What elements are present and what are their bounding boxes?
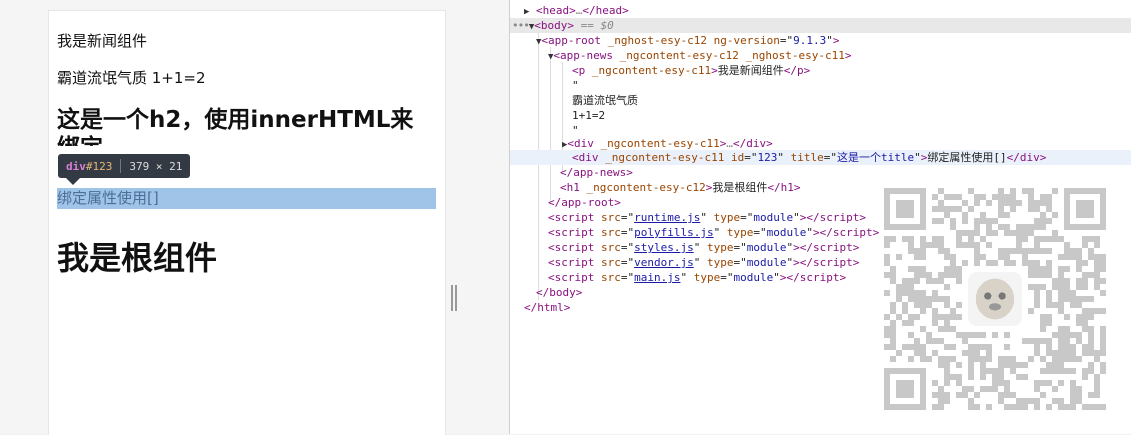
- expand-arrow-icon[interactable]: ▶: [524, 7, 529, 17]
- panel-resize-handle[interactable]: [451, 285, 457, 311]
- news-text: 霸道流氓气质 1+1=2: [57, 69, 206, 87]
- news-paragraph: 我是新闻组件: [57, 32, 148, 50]
- script-src-link[interactable]: styles.js: [634, 241, 694, 254]
- inner-html-heading: 这是一个h2，使用innerHTML来绑定: [57, 107, 414, 146]
- rendered-page: 我是新闻组件 霸道流氓气质 1+1=2 这是一个h2，使用innerHTML来绑…: [48, 10, 446, 435]
- dom-node-body[interactable]: •••▼<body> == $0: [510, 18, 1131, 33]
- script-src-link[interactable]: polyfills.js: [634, 226, 713, 239]
- tooltip-arrow: [66, 178, 80, 185]
- tooltip-size: 379 × 21: [129, 159, 183, 173]
- script-src-link[interactable]: vendor.js: [634, 256, 694, 269]
- dom-node-body-close[interactable]: </body>: [536, 285, 582, 300]
- dom-node-div-123[interactable]: <div _ngcontent-esy-c11 id="123" title="…: [510, 150, 1131, 165]
- tooltip-divider: [120, 159, 122, 173]
- qr-center-avatar: [968, 272, 1022, 326]
- script-src-link[interactable]: main.js: [634, 271, 680, 284]
- dom-node-app-root-close[interactable]: </app-root>: [548, 195, 621, 210]
- qr-code-image: [884, 188, 1106, 410]
- dom-node-div-collapsed[interactable]: ▶<div _ngcontent-esy-c11>…</div>: [562, 136, 773, 151]
- dom-node-app-news[interactable]: ▼<app-news _ngcontent-esy-c12 _nghost-es…: [548, 48, 851, 63]
- more-options-icon[interactable]: •••: [512, 19, 530, 32]
- dom-node-script[interactable]: <script src="polyfills.js" type="module"…: [548, 225, 879, 240]
- dom-node-html-close[interactable]: </html>: [524, 300, 570, 315]
- tooltip-id: #123: [85, 159, 113, 173]
- dom-text-node[interactable]: 霸道流氓气质: [572, 93, 638, 108]
- dom-node-script[interactable]: <script src="main.js" type="module"></sc…: [548, 270, 846, 285]
- tooltip-tag: div: [66, 159, 86, 173]
- script-src-link[interactable]: runtime.js: [634, 211, 700, 224]
- dom-node-head[interactable]: ▶ <head>…</head>: [524, 3, 629, 18]
- root-heading: 我是根组件: [57, 239, 218, 277]
- dom-node-app-news-close[interactable]: </app-news>: [560, 165, 633, 180]
- dom-node-app-root[interactable]: ▼<app-root _nghost-esy-c12 ng-version="9…: [536, 33, 839, 48]
- element-inspect-tooltip: div #123 379 × 21: [58, 154, 191, 178]
- highlighted-div[interactable]: 绑定属性使用[]: [57, 188, 436, 209]
- dom-node-script[interactable]: <script src="runtime.js" type="module"><…: [548, 210, 866, 225]
- dom-node-p[interactable]: <p _ngcontent-esy-c11>我是新闻组件</p>: [572, 63, 810, 78]
- dom-node-h1[interactable]: <h1 _ngcontent-esy-c12>我是根组件</h1>: [560, 180, 800, 195]
- dom-node-script[interactable]: <script src="vendor.js" type="module"></…: [548, 255, 859, 270]
- dom-node-script[interactable]: <script src="styles.js" type="module"></…: [548, 240, 859, 255]
- dom-text-quote: ": [572, 79, 579, 92]
- dom-text-node[interactable]: 1+1=2: [572, 108, 605, 123]
